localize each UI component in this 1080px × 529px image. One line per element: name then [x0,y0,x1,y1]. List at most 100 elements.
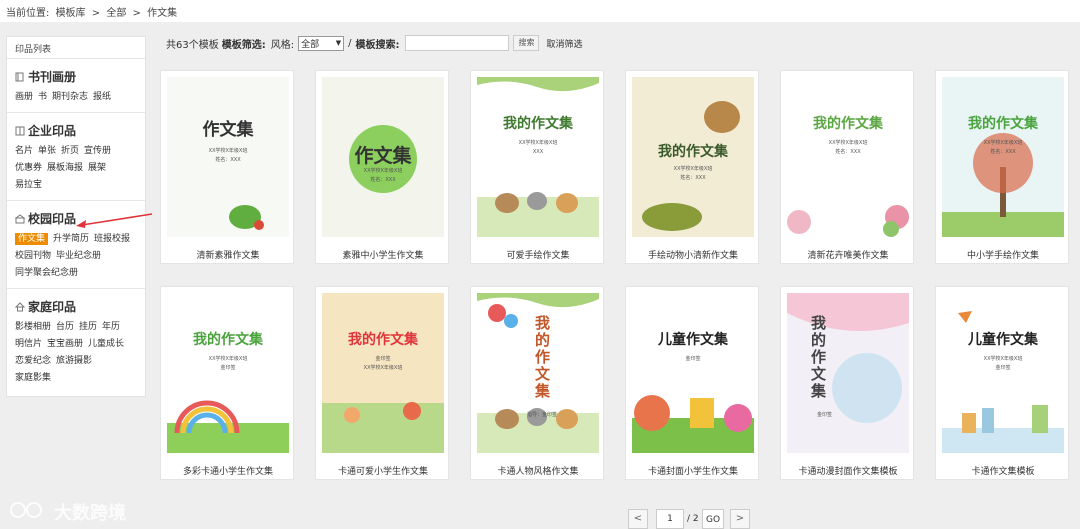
sidebar-link[interactable]: 儿童成长 [88,339,124,349]
template-card[interactable]: 我的作文集 XX学校X年级X班 XXX 可爱手绘作文集 [470,70,604,264]
breadcrumb-separator: > [91,8,101,19]
page-number-input[interactable]: 1 [656,509,684,529]
template-caption[interactable]: 卡通动漫封面作文集模板 [781,464,915,477]
template-count: 共63个模板 [166,39,219,51]
template-cover-image[interactable]: 我的作文集 XX学校X年级X班 XXX [477,77,599,237]
sidebar-link[interactable]: 报纸 [93,92,111,102]
template-cover-subtitle: 金印签 XX学校X年级X班 [322,355,444,373]
sidebar-link[interactable]: 毕业纪念册 [56,251,101,261]
template-card[interactable]: 我的作文集 XX学校X年级X班 金印签多彩卡通小学生作文集 [160,286,294,480]
cover-subtitle-line: XXX [532,149,544,155]
sidebar-link[interactable]: 挂历 [79,322,97,332]
sidebar-link[interactable]: 期刊杂志 [52,92,88,102]
template-caption[interactable]: 中小学手绘作文集 [936,248,1070,261]
template-cover-subtitle: XX学校X年级X班 XXX [477,139,599,157]
watermark: 大数跨境 [8,496,148,524]
sidebar-link[interactable]: 单张 [38,146,56,156]
template-caption[interactable]: 清新花卉唯美作文集 [781,248,915,261]
template-cover-title: 我的作文集 [658,144,728,160]
template-cover-subtitle: XX学校X年级X班 金印签 [167,355,289,373]
sidebar-link[interactable]: 名片 [15,146,33,156]
sidebar-link[interactable]: 校园刊物 [15,251,51,261]
sidebar-link[interactable]: 旅游摄影 [56,356,92,366]
sidebar-link[interactable]: 影楼相册 [15,322,51,332]
template-card[interactable]: 我的作文集 XX学校X年级X班 姓名：XXX 清新花卉唯美作文集 [780,70,914,264]
sidebar-link[interactable]: 宣传册 [84,146,111,156]
sidebar-link[interactable]: 易拉宝 [15,180,42,190]
sidebar-link[interactable]: 年历 [102,322,120,332]
sidebar-link[interactable]: 优惠券 [15,163,42,173]
breadcrumb: 当前位置: 模板库 > 全部 > 作文集 [0,0,1080,22]
template-cover-title: 我的作文集 [193,332,263,348]
template-caption[interactable]: 卡通可爱小学生作文集 [316,464,450,477]
next-page-button[interactable]: > [730,509,750,529]
template-caption[interactable]: 卡通封面小学生作文集 [626,464,760,477]
template-caption[interactable]: 多彩卡通小学生作文集 [161,464,295,477]
sidebar-link[interactable]: 展板海报 [47,163,83,173]
cover-subtitle-line: 姓名：XXX [680,175,706,181]
sidebar-link[interactable]: 班报校报 [94,234,130,244]
template-card[interactable]: 儿童作文集 金印签卡通封面小学生作文集 [625,286,759,480]
cover-subtitle-line: 姓名：XXX [835,149,861,155]
sidebar-link[interactable]: 画册 [15,92,33,102]
sidebar-link[interactable]: 书 [38,92,47,102]
template-cover-title: 我的作文集 [503,116,573,132]
sidebar-link[interactable]: 同学聚会纪念册 [15,268,78,278]
breadcrumb-link-all[interactable]: 全部 [106,8,126,19]
template-cover-title: 作文集 [354,145,412,167]
cover-subtitle-line: XX学校X年级X班 [518,140,558,146]
template-card[interactable]: 作文集 XX学校X年级X班 姓名：XXX 素雅中小学生作文集 [315,70,449,264]
sidebar-group-label: 校园印品 [28,212,77,226]
prev-page-button[interactable]: < [628,509,648,529]
template-cover-image[interactable]: 儿童作文集 XX学校X年级X班 金印签 [942,293,1064,453]
cover-subtitle-line: 金印签 [220,365,236,371]
template-caption[interactable]: 手绘动物小清新作文集 [626,248,760,261]
template-cover-image[interactable]: 我的作文集 XX学校X年级X班 姓名：XXX [632,77,754,237]
template-card[interactable]: 我的作文集 XX学校X年级X班 姓名：XXX 中小学手绘作文集 [935,70,1069,264]
cover-subtitle-line: 金印签 [995,365,1011,371]
template-cover-image[interactable]: 作文集 XX学校X年级X班 姓名：XXX [167,77,289,237]
template-caption[interactable]: 素雅中小学生作文集 [316,248,450,261]
sidebar-link[interactable]: 升学简历 [53,234,89,244]
search-input[interactable] [405,35,510,51]
template-caption[interactable]: 清新素雅作文集 [161,248,295,261]
sidebar-link-active[interactable]: 作文集 [15,233,49,245]
template-cover-image[interactable]: 作文集 XX学校X年级X班 姓名：XXX [322,77,444,237]
template-cover-image[interactable]: 我的作文集 XX学校X年级X班 姓名：XXX [787,77,909,237]
sidebar-link[interactable]: 家庭影集 [15,373,51,383]
template-card[interactable]: 儿童作文集 XX学校X年级X班 金印签卡通作文集模板 [935,286,1069,480]
filter-label: 模板筛选: [221,39,266,51]
sidebar-link[interactable]: 宝宝画册 [47,339,83,349]
sidebar-group-title-books[interactable]: 书刊画册 [15,68,137,85]
template-caption[interactable]: 卡通人物风格作文集 [471,464,605,477]
go-button[interactable]: GO [702,509,724,529]
cover-subtitle-line: 指导：金印签 [527,412,558,418]
template-cover-image[interactable]: 我的作文集 金印签 [787,293,909,453]
sidebar-link[interactable]: 展架 [88,163,106,173]
cancel-filter-link[interactable]: 取消筛选 [546,37,582,50]
breadcrumb-link-templates[interactable]: 模板库 [56,8,86,19]
template-caption[interactable]: 卡通作文集模板 [936,464,1070,477]
template-caption[interactable]: 可爱手绘作文集 [471,248,605,261]
sidebar-link[interactable]: 恋爱纪念 [15,356,51,366]
template-cover-image[interactable]: 我的作文集 指导：金印签 [477,293,599,453]
template-card[interactable]: 作文集 XX学校X年级X班 姓名：XXX 清新素雅作文集 [160,70,294,264]
template-card[interactable]: 我的作文集 XX学校X年级X班 姓名：XXX 手绘动物小清新作文集 [625,70,759,264]
template-cover-subtitle: XX学校X年级X班 姓名：XXX [942,139,1064,157]
search-button[interactable]: 搜索 [513,35,540,51]
template-cover-image[interactable]: 我的作文集 XX学校X年级X班 金印签 [167,293,289,453]
book-icon [15,72,25,82]
sidebar-group-title-enterprise[interactable]: 企业印品 [15,122,137,139]
template-cover-image[interactable]: 我的作文集 金印签 XX学校X年级X班 [322,293,444,453]
template-cover-image[interactable]: 我的作文集 XX学校X年级X班 姓名：XXX [942,77,1064,237]
template-card[interactable]: 我的作文集 指导：金印签卡通人物风格作文集 [470,286,604,480]
template-cover-image[interactable]: 儿童作文集 金印签 [632,293,754,453]
sidebar-link[interactable]: 明信片 [15,339,42,349]
template-card[interactable]: 我的作文集 金印签 XX学校X年级X班卡通可爱小学生作文集 [315,286,449,480]
sidebar-link[interactable]: 台历 [56,322,74,332]
template-card[interactable]: 我的作文集 金印签卡通动漫封面作文集模板 [780,286,914,480]
sidebar-group-label: 企业印品 [28,124,77,138]
sidebar-link[interactable]: 折页 [61,146,79,156]
sidebar-group-title-family[interactable]: 家庭印品 [14,298,137,315]
style-select[interactable]: 全部 ▼ [298,35,345,51]
